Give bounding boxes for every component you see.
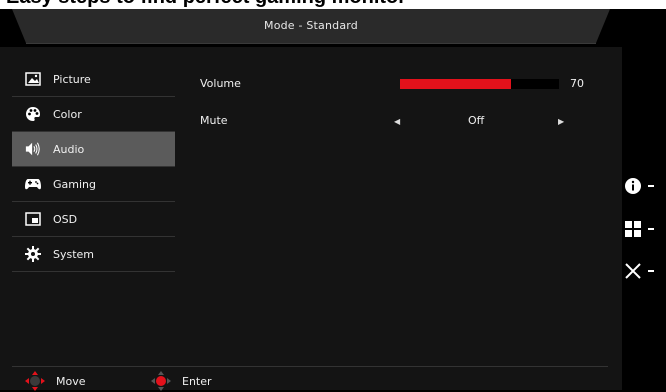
volume-label: Volume [200,77,241,90]
move-hint-label: Move [56,374,86,388]
sidebar-item-label: System [53,247,95,261]
close-button[interactable] [622,261,666,281]
picture-icon [25,71,41,87]
mute-value: Off [468,114,485,127]
palette-icon [25,106,41,122]
sidebar-item-label: OSD [53,212,78,226]
osd-body: Picture Color Audio Gaming OSD System Vo… [0,47,622,392]
top-banner: Easy steps to find perfect gaming monito… [0,0,666,9]
info-dash [648,185,654,187]
top-banner-text: Easy steps to find perfect gaming monito… [6,0,406,9]
sidebar-item-label: Gaming [53,177,96,191]
sidebar-item-label: Picture [53,72,91,86]
enter-hint-label: Enter [182,374,212,388]
close-icon [625,263,641,279]
sidebar-item-osd[interactable]: OSD [12,202,175,237]
mode-title: Mode - Standard [264,19,358,32]
sidebar-item-label: Audio [53,142,85,156]
enter-hint: Enter [150,370,212,392]
osd-header: Mode - Standard [0,9,622,47]
sidebar-item-system[interactable]: System [12,237,175,272]
move-hint: Move [24,370,86,392]
speaker-icon [25,141,41,157]
arrow-left-icon[interactable]: ◀ [394,117,400,126]
info-icon [625,178,641,194]
volume-row[interactable]: Volume 70 [200,77,600,95]
grid-icon [625,221,641,237]
sidebar-item-label: Color [53,107,82,121]
sidebar-item-color[interactable]: Color [12,97,175,132]
footer-hints: Move Enter [0,367,622,392]
sidebar-item-picture[interactable]: Picture [12,62,175,97]
sidebar-item-audio[interactable]: Audio [12,132,175,167]
volume-slider[interactable] [400,79,559,89]
osd-window-icon [25,211,41,227]
mute-label: Mute [200,114,228,127]
volume-value: 70 [570,77,584,90]
grid-dash [648,228,654,230]
gamepad-icon [25,176,41,192]
sidebar-item-gaming[interactable]: Gaming [12,167,175,202]
gear-icon [25,246,41,262]
dpad-move-icon [25,371,45,391]
dpad-enter-icon [151,371,171,391]
sidebar-menu: Picture Color Audio Gaming OSD System [12,62,175,272]
arrow-right-icon[interactable]: ▶ [558,117,564,126]
osd-menu: Mode - Standard Picture Color Audio Gami… [0,9,622,392]
volume-slider-fill [400,79,512,89]
grid-button[interactable] [622,219,666,239]
mute-row[interactable]: Mute ◀ Off ▶ [200,114,600,132]
info-button[interactable] [622,176,666,196]
close-dash [648,270,654,272]
side-button-strip [622,9,666,390]
